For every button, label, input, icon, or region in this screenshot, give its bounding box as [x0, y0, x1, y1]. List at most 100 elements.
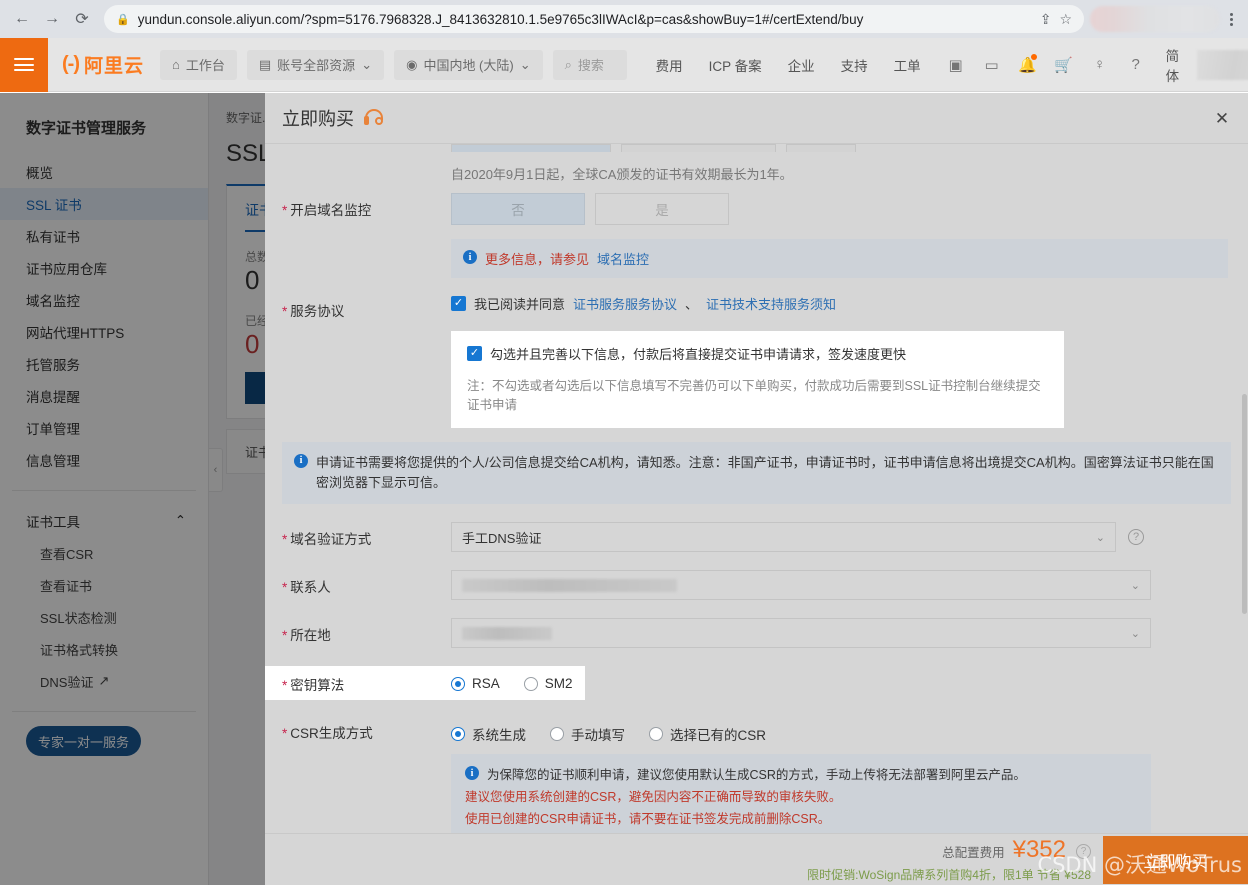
ca-submission-notice: i 申请证书需要将您提供的个人/公司信息提交给CA机构，请知悉。注意：非国产证书… — [282, 442, 1231, 504]
nav-link-support[interactable]: 支持 — [828, 55, 881, 75]
close-x-icon[interactable]: ✕ — [1212, 109, 1232, 129]
prefill-checkbox[interactable]: ✓ — [467, 346, 482, 361]
chevron-down-icon: ⌄ — [1096, 531, 1105, 544]
validity-hint: 自2020年9月1日起，全球CA颁发的证书有效期最长为1年。 — [265, 152, 1248, 193]
help-question-icon[interactable]: ? — [1118, 50, 1154, 80]
notification-badge — [1031, 54, 1037, 60]
nav-link-fee[interactable]: 费用 — [643, 55, 696, 75]
nav-workbench[interactable]: ⌂ 工作台 — [160, 50, 237, 80]
headset-support-icon[interactable] — [364, 109, 384, 127]
nav-link-enterprise[interactable]: 企业 — [775, 55, 828, 75]
required-marker: * — [282, 678, 287, 693]
kebab-menu-icon[interactable] — [1222, 13, 1240, 26]
domain-monitor-no-option[interactable]: 否 — [451, 193, 585, 225]
price-summary: 总配置费用 ¥352 ? 限时促销:WoSign品牌系列首购4折，限1单 节省 … — [807, 836, 1103, 883]
scrolled-option-c[interactable] — [786, 144, 856, 152]
mobile-app-icon[interactable]: ▣ — [938, 50, 974, 80]
csr-manual-fill-option[interactable]: 手动填写 — [550, 724, 625, 744]
ca-submission-notice-text: 申请证书需要将您提供的个人/公司信息提交给CA机构，请知悉。注意：非国产证书，申… — [316, 453, 1219, 493]
nav-link-icp[interactable]: ICP 备案 — [696, 55, 775, 75]
info-circle-icon: i — [465, 766, 479, 780]
logo-text: 阿里云 — [84, 51, 144, 78]
required-marker: * — [282, 203, 287, 218]
buy-now-cta-button[interactable]: 立即购买 — [1103, 836, 1248, 884]
radio-icon — [649, 727, 663, 741]
domain-validation-help-icon[interactable]: ? — [1128, 529, 1144, 545]
required-marker: * — [282, 580, 287, 595]
field-domain-monitor: *开启域名监控 否 是 i 更多信息，请参见域名监控 — [265, 193, 1248, 278]
help-question-icon[interactable]: ? — [1076, 844, 1091, 859]
forward-arrow-icon[interactable]: → — [38, 5, 66, 33]
key-algorithm-rsa-option[interactable]: RSA — [451, 676, 500, 691]
csr-info-row: i 为保障您的证书顺利申请，建议您使用默认生成CSR的方式，手动上传将无法部署到… — [465, 765, 1137, 787]
key-algorithm-sm2-label: SM2 — [545, 676, 573, 691]
price-total-row: 总配置费用 ¥352 ? — [807, 836, 1091, 864]
domain-monitor-info: i 更多信息，请参见域名监控 — [451, 239, 1228, 278]
location-pin-icon: ◉ — [406, 57, 417, 73]
modal-scrollbar[interactable] — [1241, 144, 1248, 833]
modal-body: 自2020年9月1日起，全球CA颁发的证书有效期最长为1年。 *开启域名监控 否… — [265, 144, 1248, 833]
promo-text: 限时促销:WoSign品牌系列首购4折，限1单 节省 ¥528 — [807, 866, 1091, 883]
avatar[interactable] — [1090, 6, 1220, 32]
search-input[interactable]: ⌕ 搜索 — [553, 50, 627, 80]
csr-info-text: 为保障您的证书顺利申请，建议您使用默认生成CSR的方式，手动上传将无法部署到阿里… — [487, 765, 1026, 787]
contact-select[interactable]: ⌄ — [451, 570, 1151, 600]
field-label-key-algorithm: *密钥算法 — [265, 672, 451, 694]
agreement-link-tech[interactable]: 证书技术支持服务须知 — [706, 294, 836, 313]
key-algorithm-options: RSA SM2 — [451, 672, 589, 691]
agreement-row: ✓ 我已阅读并同意证书服务服务协议、证书技术支持服务须知 — [451, 294, 1228, 313]
chevron-down-icon: ⌄ — [361, 57, 372, 73]
language-switch[interactable]: 简体 — [1154, 45, 1192, 85]
nav-workbench-label: 工作台 — [186, 55, 225, 74]
location-value-masked — [462, 627, 552, 640]
csr-system-generate-option[interactable]: 系统生成 — [451, 724, 526, 744]
csr-info-panel: i 为保障您的证书顺利申请，建议您使用默认生成CSR的方式，手动上传将无法部署到… — [451, 754, 1151, 833]
scrolled-option-b[interactable] — [621, 144, 776, 152]
csr-existing-option[interactable]: 选择已有的CSR — [649, 724, 766, 744]
radio-icon — [451, 677, 465, 691]
reload-icon[interactable]: ⟳ — [68, 5, 96, 33]
radio-icon — [451, 727, 465, 741]
agreement-link-service[interactable]: 证书服务服务协议 — [573, 294, 677, 313]
search-placeholder: 搜索 — [578, 55, 604, 74]
lock-icon: 🔒 — [116, 13, 130, 26]
agreement-prefix: 我已阅读并同意 — [474, 294, 565, 313]
modal-title: 立即购买 — [282, 105, 354, 131]
chevron-down-icon: ⌄ — [520, 57, 531, 73]
field-service-agreement: *服务协议 ✓ 我已阅读并同意证书服务服务协议、证书技术支持服务须知 ✓ 勾选并… — [265, 294, 1248, 428]
csr-warning-2: 使用已创建的CSR申请证书，请不要在证书签发完成前删除CSR。 — [465, 809, 1137, 831]
aliyun-logo[interactable]: (-) 阿里云 — [48, 51, 160, 78]
cloud-shell-icon[interactable]: ▭ — [974, 50, 1010, 80]
nav-all-resources[interactable]: ▤ 账号全部资源 ⌄ — [247, 50, 384, 80]
address-bar[interactable]: 🔒 yundun.console.aliyun.com/?spm=5176.79… — [104, 5, 1084, 33]
notification-bell-icon[interactable]: 🔔 — [1010, 50, 1046, 80]
prefill-panel: ✓ 勾选并且完善以下信息，付款后将直接提交证书申请请求，签发速度更快 注：不勾选… — [451, 331, 1064, 428]
search-icon: ⌕ — [565, 57, 572, 73]
domain-monitor-info-link[interactable]: 域名监控 — [597, 249, 649, 268]
lightbulb-icon[interactable]: ♀ — [1082, 50, 1118, 80]
modal-scrollbar-thumb[interactable] — [1242, 394, 1247, 614]
key-algorithm-sm2-option[interactable]: SM2 — [524, 676, 573, 691]
top-nav-icons: ▣ ▭ 🔔 🛒 ♀ ? — [938, 50, 1154, 80]
nav-region-selector[interactable]: ◉ 中国内地 (大陆) ⌄ — [394, 50, 543, 80]
location-select[interactable]: ⌄ — [451, 618, 1151, 648]
hamburger-icon[interactable] — [0, 38, 48, 92]
url-text: yundun.console.aliyun.com/?spm=5176.7968… — [138, 12, 1032, 27]
back-arrow-icon[interactable]: ← — [8, 5, 36, 33]
key-algorithm-rsa-label: RSA — [472, 676, 500, 691]
scrolled-option-a[interactable] — [451, 144, 611, 152]
required-marker: * — [282, 628, 287, 643]
agreement-separator: 、 — [685, 294, 698, 313]
buy-now-modal: 立即购买 ✕ 自2020年9月1日起，全球CA颁发的证书有效期最长为1年。 *开… — [265, 93, 1248, 885]
nav-link-ticket[interactable]: 工单 — [881, 55, 934, 75]
domain-validation-select[interactable]: 手工DNS验证 ⌄ — [451, 522, 1116, 552]
star-icon[interactable]: ☆ — [1059, 11, 1072, 28]
account-menu[interactable] — [1197, 50, 1248, 80]
agreement-checkbox[interactable]: ✓ — [451, 296, 466, 311]
shopping-cart-icon[interactable]: 🛒 — [1046, 50, 1082, 80]
domain-monitor-info-text: 更多信息，请参见 — [485, 249, 589, 268]
share-icon[interactable]: ⇪ — [1040, 11, 1052, 28]
logo-mark-icon: (-) — [62, 53, 79, 76]
domain-monitor-yes-option[interactable]: 是 — [595, 193, 729, 225]
top-nav-links: 费用 ICP 备案 企业 支持 工单 — [643, 55, 934, 75]
